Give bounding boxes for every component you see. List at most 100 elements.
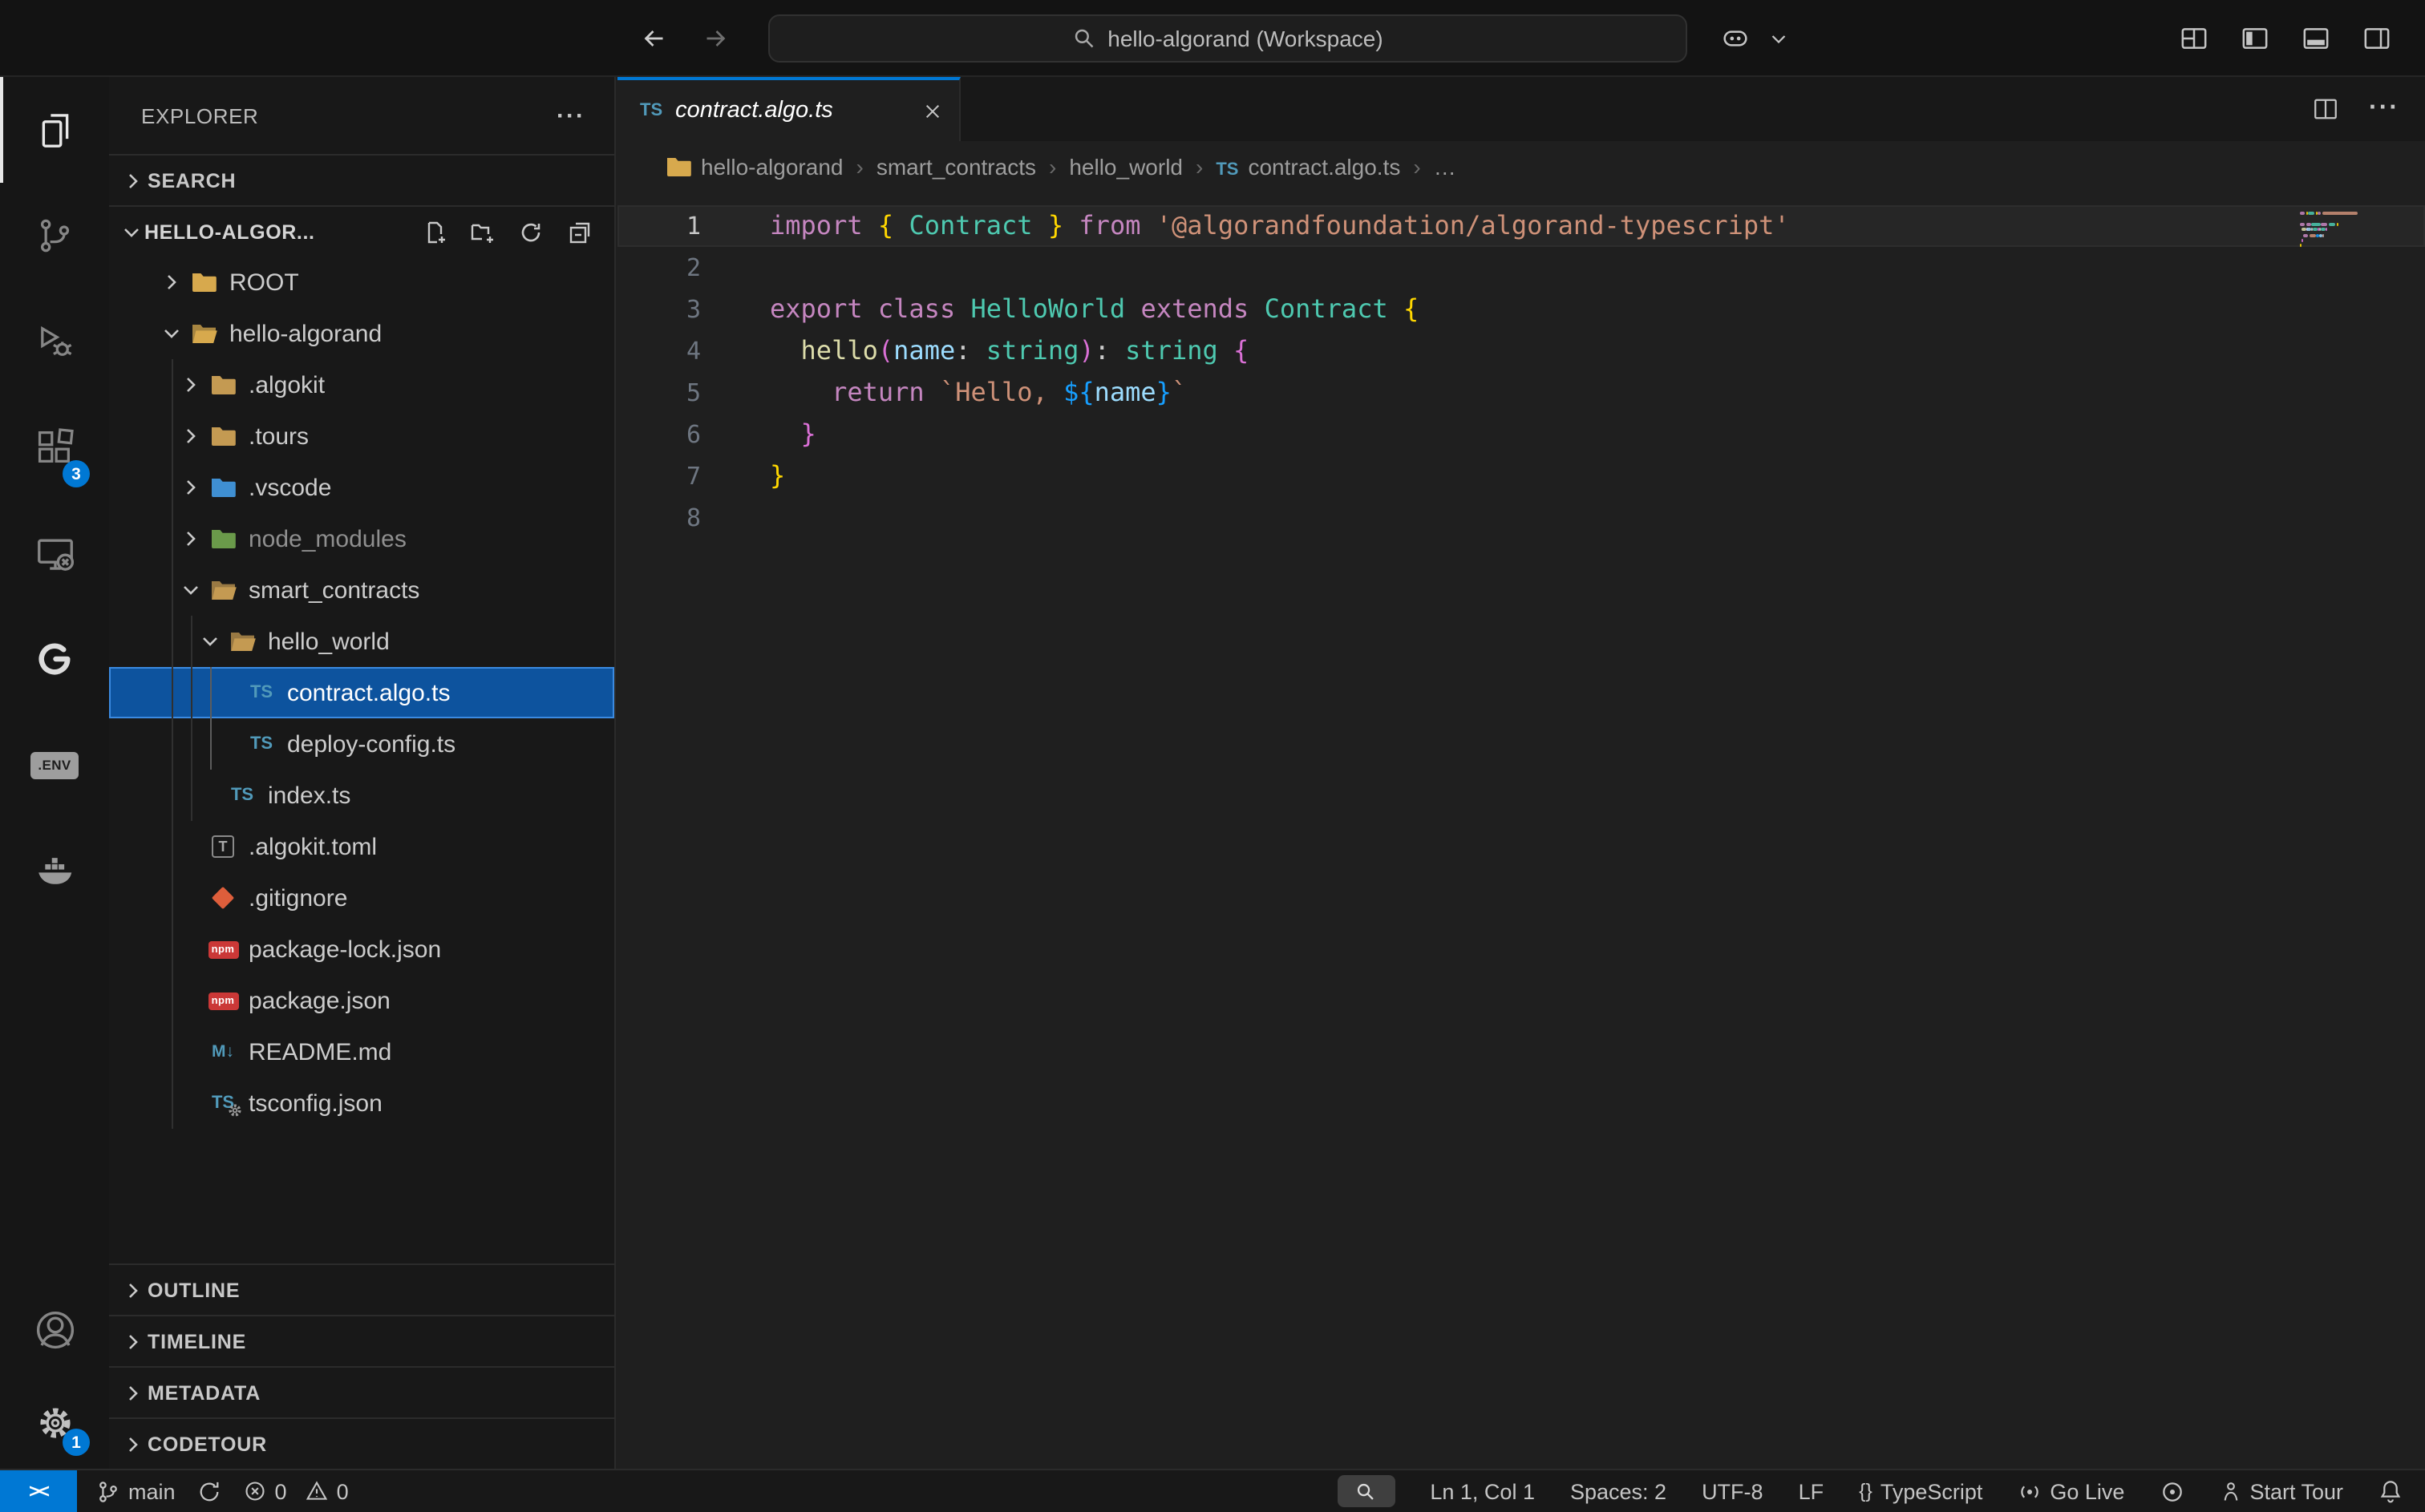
zoom-status-button[interactable] bbox=[1337, 1475, 1395, 1507]
docker-icon bbox=[32, 848, 77, 893]
ts-icon: TS bbox=[244, 678, 279, 707]
section-label: CODETOUR bbox=[148, 1433, 267, 1455]
screencast-button[interactable] bbox=[2160, 1479, 2184, 1503]
customize-layout-icon[interactable] bbox=[2175, 19, 2213, 58]
file-tree: ROOThello-algorand.algokit.tours.vscoden… bbox=[109, 257, 614, 1263]
line-number: 1 bbox=[617, 205, 701, 247]
refresh-icon[interactable] bbox=[516, 218, 544, 245]
breadcrumb-item[interactable]: smart_contracts bbox=[876, 154, 1036, 180]
minimap[interactable] bbox=[2300, 212, 2403, 255]
collapse-all-icon[interactable] bbox=[565, 218, 592, 245]
folder-icon bbox=[205, 473, 241, 502]
tree-item[interactable]: smart_contracts bbox=[109, 564, 614, 616]
remote-explorer-activity-button[interactable] bbox=[0, 500, 109, 606]
source-control-activity-button[interactable] bbox=[0, 183, 109, 289]
tree-item[interactable]: TSdeploy-config.ts bbox=[109, 718, 614, 770]
arrow-right-icon bbox=[701, 24, 730, 53]
tree-item[interactable]: node_modules bbox=[109, 513, 614, 564]
tree-item[interactable]: TStsconfig.json bbox=[109, 1077, 614, 1129]
run-debug-activity-button[interactable] bbox=[0, 289, 109, 394]
encoding-status[interactable]: UTF-8 bbox=[1702, 1479, 1763, 1503]
tree-item[interactable]: npmpackage-lock.json bbox=[109, 924, 614, 975]
language-status[interactable]: {} TypeScript bbox=[1859, 1479, 1982, 1503]
activity-bar-bottom: 1 bbox=[0, 1283, 109, 1469]
toggle-panel-icon[interactable] bbox=[2297, 19, 2335, 58]
tree-item[interactable]: .gitignore bbox=[109, 872, 614, 924]
branch-name: main bbox=[128, 1479, 176, 1503]
more-actions-icon[interactable]: ··· bbox=[557, 102, 585, 129]
tree-item[interactable]: .tours bbox=[109, 410, 614, 462]
forward-button[interactable] bbox=[696, 19, 735, 58]
search-icon bbox=[1072, 27, 1095, 50]
problems-status[interactable]: 0 0 bbox=[245, 1479, 349, 1503]
breadcrumb-separator: › bbox=[1049, 154, 1056, 180]
breadcrumb-item[interactable]: hello-algorand bbox=[666, 154, 843, 180]
chevron-down-icon[interactable] bbox=[1764, 24, 1793, 53]
account-button[interactable] bbox=[0, 1283, 109, 1376]
tree-item[interactable]: TSindex.ts bbox=[109, 770, 614, 821]
tree-item[interactable]: hello-algorand bbox=[109, 308, 614, 359]
new-file-icon[interactable] bbox=[420, 218, 447, 245]
eol-status[interactable]: LF bbox=[1799, 1479, 1824, 1503]
tab-contract-algo-ts[interactable]: TS contract.algo.ts bbox=[617, 77, 961, 141]
algokit-icon bbox=[34, 638, 75, 680]
run-debug-icon bbox=[34, 321, 75, 362]
chevron-right-icon bbox=[119, 1431, 148, 1457]
breadcrumb-item[interactable]: hello_world bbox=[1069, 154, 1183, 180]
minimap-line bbox=[2300, 217, 2403, 220]
tree-item[interactable]: M↓README.md bbox=[109, 1026, 614, 1077]
chevron-right-icon bbox=[176, 526, 205, 552]
sync-status[interactable] bbox=[198, 1479, 222, 1503]
section-label: METADATA bbox=[148, 1381, 261, 1404]
start-tour-button[interactable]: Start Tour bbox=[2219, 1479, 2343, 1503]
tree-item[interactable]: TScontract.algo.ts bbox=[109, 667, 614, 718]
cursor-position[interactable]: Ln 1, Col 1 bbox=[1430, 1479, 1535, 1503]
extensions-activity-button[interactable]: 3 bbox=[0, 394, 109, 500]
tree-item[interactable]: npmpackage.json bbox=[109, 975, 614, 1026]
copilot-icon[interactable] bbox=[1713, 18, 1758, 59]
minimap-line bbox=[2300, 233, 2403, 237]
toggle-secondary-sidebar-icon[interactable] bbox=[2358, 19, 2396, 58]
toggle-sidebar-icon[interactable] bbox=[2236, 19, 2274, 58]
start-tour-label: Start Tour bbox=[2249, 1479, 2343, 1503]
section-header-search[interactable]: SEARCH bbox=[109, 154, 614, 205]
breadcrumb-separator: › bbox=[1196, 154, 1203, 180]
algokit-activity-button[interactable] bbox=[0, 606, 109, 712]
remote-indicator[interactable]: >< bbox=[0, 1470, 77, 1512]
section-header-timeline[interactable]: TIMELINE bbox=[109, 1315, 614, 1366]
close-icon[interactable] bbox=[922, 100, 943, 121]
more-actions-icon[interactable]: ··· bbox=[2369, 95, 2399, 123]
docker-activity-button[interactable] bbox=[0, 818, 109, 924]
split-editor-icon[interactable] bbox=[2311, 95, 2340, 123]
new-folder-icon[interactable] bbox=[468, 218, 496, 245]
indent-guide bbox=[172, 359, 173, 1129]
back-button[interactable] bbox=[635, 19, 674, 58]
dotenv-activity-button[interactable]: .ENV bbox=[0, 712, 109, 818]
section-header-codetour[interactable]: CODETOUR bbox=[109, 1417, 614, 1469]
section-header-outline[interactable]: OUTLINE bbox=[109, 1263, 614, 1315]
titlebar: hello-algorand (Workspace) bbox=[0, 0, 2425, 77]
tree-item-label: .algokit bbox=[249, 371, 325, 398]
breadcrumb-item[interactable]: TScontract.algo.ts bbox=[1216, 154, 1400, 180]
chevron-right-icon bbox=[157, 269, 186, 295]
notifications-button[interactable] bbox=[2378, 1478, 2403, 1504]
settings-button[interactable]: 1 bbox=[0, 1376, 109, 1469]
code-editor[interactable]: 1import { Contract } from '@algorandfoun… bbox=[617, 192, 2425, 539]
explorer-activity-button[interactable] bbox=[0, 77, 109, 183]
tree-item[interactable]: .algokit bbox=[109, 359, 614, 410]
tree-item-label: .algokit.toml bbox=[249, 833, 377, 860]
tree-item[interactable]: ROOT bbox=[109, 257, 614, 308]
tree-item[interactable]: .vscode bbox=[109, 462, 614, 513]
go-live-button[interactable]: Go Live bbox=[2018, 1479, 2124, 1503]
tree-item[interactable]: hello_world bbox=[109, 616, 614, 667]
braces-icon: {} bbox=[1859, 1480, 1872, 1502]
indentation-status[interactable]: Spaces: 2 bbox=[1570, 1479, 1666, 1503]
command-center[interactable]: hello-algorand (Workspace) bbox=[768, 14, 1687, 63]
branch-status[interactable]: main bbox=[96, 1479, 176, 1503]
breadcrumb-item[interactable]: … bbox=[1434, 154, 1456, 180]
section-header-metadata[interactable]: METADATA bbox=[109, 1366, 614, 1417]
folder-open-icon bbox=[186, 319, 221, 348]
workspace-section-header[interactable]: HELLO-ALGOR... bbox=[109, 205, 614, 257]
tree-item[interactable]: T.algokit.toml bbox=[109, 821, 614, 872]
magnifier-icon bbox=[1355, 1481, 1376, 1502]
